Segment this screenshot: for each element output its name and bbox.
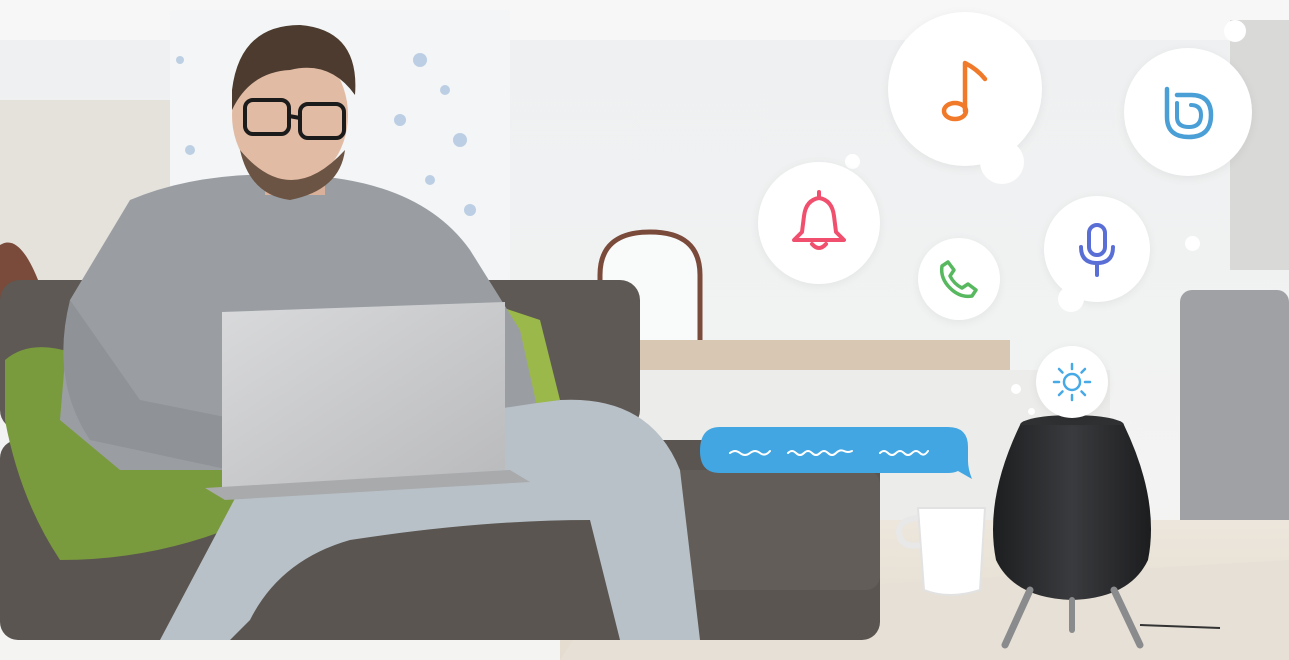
- sun-bubble: [1036, 346, 1108, 418]
- mic-bubble: [1044, 196, 1150, 302]
- decor-dot: [1224, 20, 1246, 42]
- bell-bubble: [758, 162, 880, 284]
- background-photo: [0, 0, 1289, 660]
- scene: [0, 0, 1289, 660]
- bell-icon: [792, 190, 846, 250]
- sun-icon: [1052, 362, 1092, 402]
- decor-dot: [1028, 408, 1035, 415]
- decor-dot: [845, 154, 860, 169]
- bubble-tail: [1058, 286, 1084, 312]
- bixby-icon: [1164, 86, 1214, 140]
- chat-bubble: [700, 427, 972, 479]
- bubble-tail: [980, 140, 1024, 184]
- microphone-icon: [1079, 223, 1115, 277]
- bixby-bubble: [1124, 48, 1252, 176]
- decor-dot: [1011, 384, 1021, 394]
- phone-icon: [939, 260, 978, 299]
- music-note-icon: [941, 60, 988, 122]
- decor-dot: [1185, 236, 1200, 251]
- music-bubble: [888, 12, 1042, 166]
- phone-bubble: [918, 238, 1000, 320]
